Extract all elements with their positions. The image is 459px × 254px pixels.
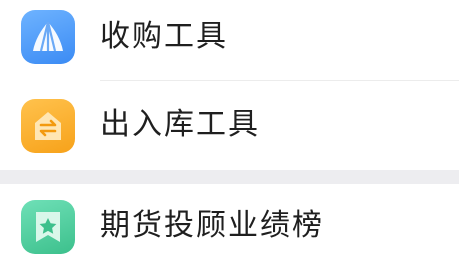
transfer-arrows-icon: [21, 99, 75, 153]
divider: [100, 80, 459, 81]
star-bookmark-icon: [21, 200, 75, 254]
shell-icon: [21, 10, 75, 64]
menu-item-label: 期货投顾业绩榜: [100, 208, 324, 243]
menu-item-label: 出入库工具: [100, 107, 260, 142]
menu-list: 收购工具 出入库工具 期货投顾业绩榜: [0, 0, 459, 254]
menu-item-label: 收购工具: [100, 19, 228, 54]
